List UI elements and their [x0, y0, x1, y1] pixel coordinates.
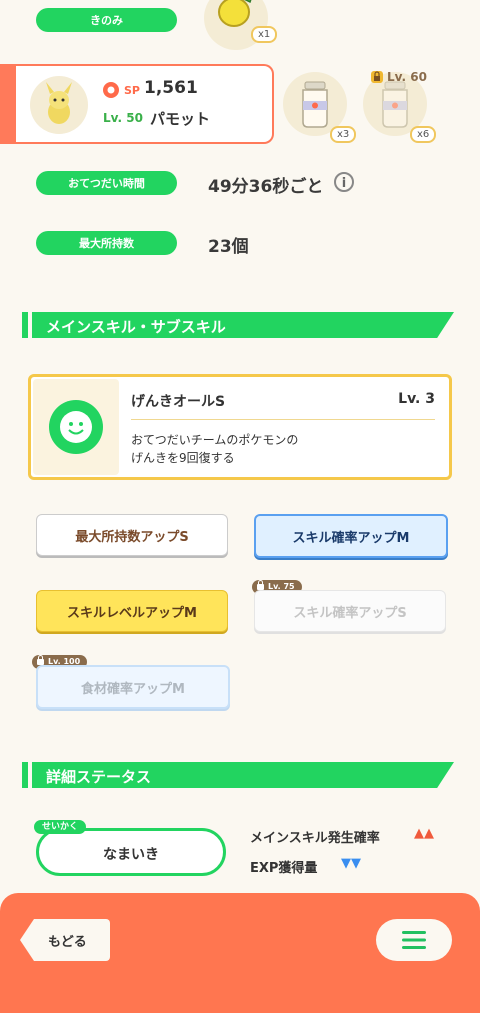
back-button-label: もどる — [48, 935, 87, 950]
ingredient-1-qty: x3 — [330, 126, 357, 143]
info-icon[interactable]: i — [334, 172, 354, 192]
nature-box[interactable]: なまいき — [36, 828, 226, 876]
nature-up-label: メインスキル発生確率 — [250, 831, 380, 846]
max-inventory-label: 最大所持数 — [36, 231, 177, 255]
skill-points-icon — [103, 82, 119, 98]
berry-qty: x1 — [251, 26, 278, 43]
nature-value: なまいき — [103, 847, 159, 863]
skills-section-title: メインスキル・サブスキル — [46, 318, 226, 336]
sp-value: 1,561 — [144, 78, 198, 98]
main-skill-description-line2: げんきを9回復する — [131, 451, 235, 465]
subskill-4[interactable]: スキル確率アップS — [254, 590, 446, 632]
card-accent-strip — [0, 66, 16, 142]
details-section-title: 詳細ステータス — [46, 768, 152, 786]
main-skill-level: Lv. 3 — [398, 391, 435, 407]
help-time-label: おてつだい時間 — [36, 171, 177, 195]
hamburger-menu-icon — [402, 931, 426, 949]
pokemon-name: パモット — [150, 110, 211, 128]
sp-label: SP — [124, 84, 140, 97]
main-skill-divider — [131, 419, 435, 420]
footer-bar: もどる — [0, 893, 480, 1013]
subskill-3[interactable]: スキルレベルアップM — [36, 590, 228, 632]
ingredient-2-lock-level: Lv. 60 — [387, 70, 427, 84]
main-skill-name: げんきオールS — [131, 394, 226, 410]
berry-label: きのみ — [36, 8, 177, 32]
max-inventory-value: 23個 — [208, 237, 249, 257]
subskill-1[interactable]: 最大所持数アップS — [36, 514, 228, 556]
pokemon-sprite-icon — [46, 82, 72, 124]
nature-up-marker: ▲▲ — [414, 826, 434, 841]
skills-section-header: メインスキル・サブスキル — [22, 312, 454, 338]
pokemon-avatar — [30, 76, 88, 134]
back-button[interactable]: もどる — [20, 919, 110, 961]
subskill-5[interactable]: 食材確率アップM — [36, 665, 230, 709]
smile-icon — [49, 400, 103, 454]
main-skill-description-line1: おてつだいチームのポケモンの — [131, 433, 299, 447]
pokemon-card[interactable]: SP 1,561 Lv. 50 パモット — [0, 64, 274, 144]
main-skill-icon-panel — [33, 379, 119, 475]
details-section-header: 詳細ステータス — [22, 762, 454, 788]
berry-slot: x1 — [204, 0, 278, 50]
help-time-value: 49分36秒ごと — [208, 177, 324, 197]
ingredient-2-qty: x6 — [410, 126, 437, 143]
nature-down-label: EXP獲得量 — [250, 861, 318, 876]
lock-icon — [371, 71, 383, 83]
menu-button[interactable] — [376, 919, 452, 961]
main-skill-card[interactable]: げんきオールS Lv. 3 おてつだいチームのポケモンの げんきを9回復する — [28, 374, 452, 480]
subskill-2[interactable]: スキル確率アップM — [254, 514, 448, 558]
nature-tag: せいかく — [34, 820, 87, 834]
ingredient-slot-1[interactable]: x3 — [283, 72, 357, 143]
pokemon-level: Lv. 50 — [103, 111, 143, 125]
nature-down-marker: ▼▼ — [341, 856, 361, 871]
